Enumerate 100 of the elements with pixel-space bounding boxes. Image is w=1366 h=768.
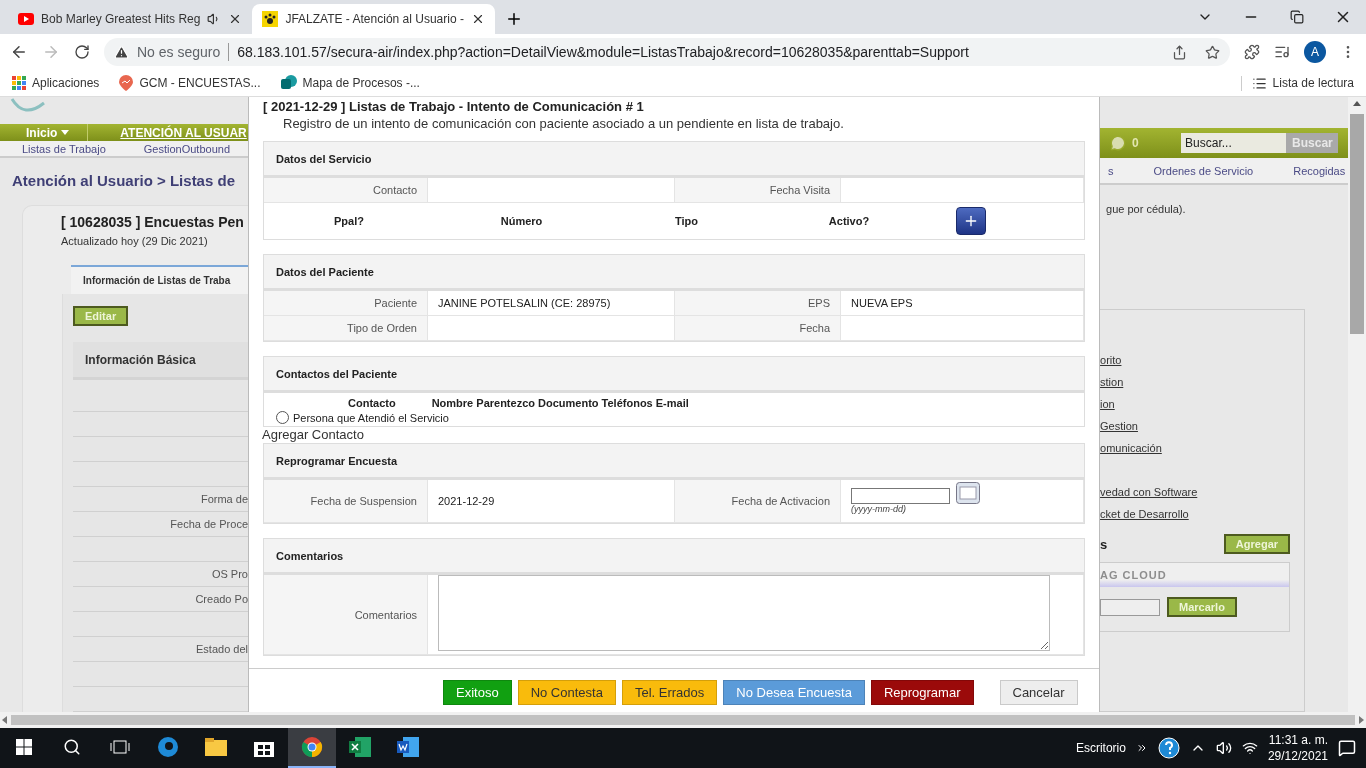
clock[interactable]: 11:31 a. m. 29/12/2021 bbox=[1267, 732, 1328, 764]
field-label: Fecha bbox=[675, 316, 841, 341]
action-link[interactable]: ion bbox=[1100, 398, 1305, 420]
subnav-link[interactable]: Recogidas bbox=[1293, 164, 1346, 177]
notifications-icon[interactable] bbox=[1338, 739, 1356, 757]
browser-tab[interactable]: JFALZATE - Atención al Usuario - bbox=[252, 4, 495, 34]
scroll-up-icon[interactable] bbox=[1353, 101, 1361, 106]
column-headers: Nombre Parentezco Documento Teléfonos E-mail bbox=[431, 397, 689, 409]
speaker-icon[interactable] bbox=[1215, 740, 1232, 756]
bookmark[interactable]: GCM - ENCUESTAS... bbox=[119, 75, 261, 91]
section-header: Contactos del Paciente bbox=[264, 357, 1085, 393]
field-label: Tipo de Orden bbox=[264, 316, 428, 341]
field-label: Estado del bbox=[196, 643, 248, 655]
scrollbar[interactable] bbox=[0, 712, 1366, 728]
search-field[interactable]: Buscar... bbox=[1181, 133, 1287, 153]
caret-icon bbox=[61, 130, 70, 136]
edge-icon[interactable] bbox=[157, 736, 179, 758]
back-icon[interactable] bbox=[10, 43, 28, 61]
tag-cloud-title: AG CLOUD bbox=[1100, 569, 1167, 581]
action-button[interactable]: Tel. Errados bbox=[621, 680, 718, 705]
action-link[interactable]: cket de Desarrollo bbox=[1100, 508, 1305, 530]
section-header: Datos del Paciente bbox=[264, 255, 1085, 291]
action-link[interactable]: orito bbox=[1100, 354, 1305, 376]
action-link[interactable]: vedad con Software bbox=[1100, 486, 1305, 508]
list-icon bbox=[1251, 75, 1267, 91]
extensions-icon[interactable] bbox=[1244, 44, 1260, 60]
action-link[interactable]: omunicación bbox=[1100, 442, 1305, 464]
folder-icon[interactable] bbox=[205, 738, 227, 756]
share-icon[interactable] bbox=[1172, 44, 1187, 60]
address-bar[interactable]: No es seguro 68.183.101.57/secura-air/index.php?action=DetailView&module=ListasTrabajo&record=10628035&parenttab=Support bbox=[104, 38, 1230, 66]
field-label: Paciente bbox=[264, 291, 428, 316]
reading-list[interactable]: Lista de lectura bbox=[1240, 75, 1354, 91]
field-label: Creado Po bbox=[195, 593, 248, 605]
scrollbar[interactable] bbox=[1348, 97, 1366, 712]
star-icon[interactable] bbox=[1205, 44, 1220, 60]
plus-icon bbox=[963, 213, 979, 229]
subnav-link[interactable]: Listas de Trabajo bbox=[22, 142, 106, 155]
add-contact-link[interactable]: Agregar Contacto bbox=[262, 427, 1086, 442]
restore-icon[interactable] bbox=[1290, 10, 1304, 24]
comments-field[interactable] bbox=[438, 575, 1050, 651]
dialog-subtitle: Registro de un intento de comunicación con paciente asociado a un pendiente en lista de trabajo. bbox=[282, 116, 845, 131]
warning-icon bbox=[114, 44, 129, 60]
action-link[interactable]: Gestion bbox=[1100, 420, 1305, 442]
video-icon bbox=[18, 13, 34, 25]
help-icon[interactable] bbox=[1157, 737, 1180, 759]
column-header: Ppal? bbox=[333, 215, 365, 227]
section-header: Datos del Servicio bbox=[264, 142, 1085, 178]
media-icon[interactable] bbox=[1274, 44, 1290, 60]
subnav-link[interactable]: GestionOutbound bbox=[143, 142, 230, 155]
spreadsheet-icon[interactable] bbox=[349, 737, 371, 757]
updated-text: Actualizado hoy (29 Dic 2021) bbox=[61, 235, 209, 247]
field-label: EPS bbox=[675, 291, 841, 316]
windows-icon[interactable] bbox=[16, 739, 32, 755]
chrome-icon[interactable] bbox=[301, 736, 323, 758]
word-document-icon[interactable] bbox=[397, 737, 419, 757]
bookmark[interactable]: Aplicaciones bbox=[12, 76, 100, 90]
action-button[interactable]: No Contesta bbox=[517, 680, 616, 705]
wifi-icon[interactable] bbox=[1241, 740, 1258, 756]
field-label: Fecha de Activacion bbox=[675, 480, 841, 523]
column-header: Número bbox=[499, 215, 544, 227]
reload-icon[interactable] bbox=[74, 44, 90, 60]
scroll-right-icon[interactable] bbox=[1359, 716, 1364, 724]
scroll-left-icon[interactable] bbox=[2, 716, 7, 724]
action-button[interactable]: Reprogramar bbox=[870, 680, 974, 705]
subnav-link[interactable]: Ordenes de Servicio bbox=[1153, 164, 1254, 177]
field-label: Fecha Visita bbox=[675, 178, 841, 203]
bookmark[interactable]: Mapa de Procesos -... bbox=[280, 75, 420, 91]
subnav-link[interactable]: s bbox=[1108, 164, 1114, 177]
tag-field[interactable] bbox=[1100, 598, 1161, 616]
record-title: [ 10628035 ] Encuestas Pen bbox=[61, 214, 245, 230]
profile-avatar[interactable]: A bbox=[1304, 41, 1326, 63]
calendar-icon[interactable] bbox=[956, 482, 980, 504]
contact-field[interactable] bbox=[428, 178, 675, 203]
add-button[interactable] bbox=[956, 207, 986, 235]
dialog-title: [ 2021-12-29 ] Listas de Trabajo - Intento de Comunicación # 1 bbox=[263, 99, 645, 114]
radio-option[interactable]: Persona que Atendió el Servicio bbox=[264, 409, 1085, 426]
apps-grid-icon bbox=[12, 76, 26, 90]
visit-date-field[interactable] bbox=[841, 178, 1085, 203]
paw-icon bbox=[262, 11, 279, 27]
search-icon[interactable] bbox=[63, 738, 81, 756]
info-tab[interactable]: Información de Listas de Traba bbox=[71, 265, 248, 294]
column-header: Activo? bbox=[827, 215, 871, 227]
action-button[interactable]: Cancelar bbox=[999, 680, 1078, 705]
column-header: Contacto bbox=[348, 397, 396, 409]
block-header: Información Básica bbox=[73, 342, 248, 380]
field-label: Fecha de Proce bbox=[170, 518, 248, 530]
browser-tab[interactable]: Bob Marley Greatest Hits Reg bbox=[8, 4, 253, 34]
action-link[interactable]: stion bbox=[1100, 376, 1305, 398]
task-view-icon[interactable] bbox=[110, 739, 130, 755]
field-value: JANINE POTELSALIN (CE: 28975) bbox=[428, 291, 675, 316]
section-header: Comentarios bbox=[264, 539, 1085, 575]
breadcrumb: Atención al Usuario > Listas de bbox=[11, 171, 236, 189]
pin-icon bbox=[119, 75, 134, 91]
note-text: gue por cédula). bbox=[1105, 202, 1187, 215]
desktop-label[interactable]: Escritorio bbox=[1075, 741, 1126, 755]
field-label: OS Pro bbox=[211, 568, 248, 580]
date-field[interactable] bbox=[851, 488, 950, 504]
document-icon bbox=[280, 75, 297, 91]
chevron-icon[interactable] bbox=[1135, 742, 1148, 754]
section-header: Reprogramar Encuesta bbox=[264, 444, 1085, 480]
